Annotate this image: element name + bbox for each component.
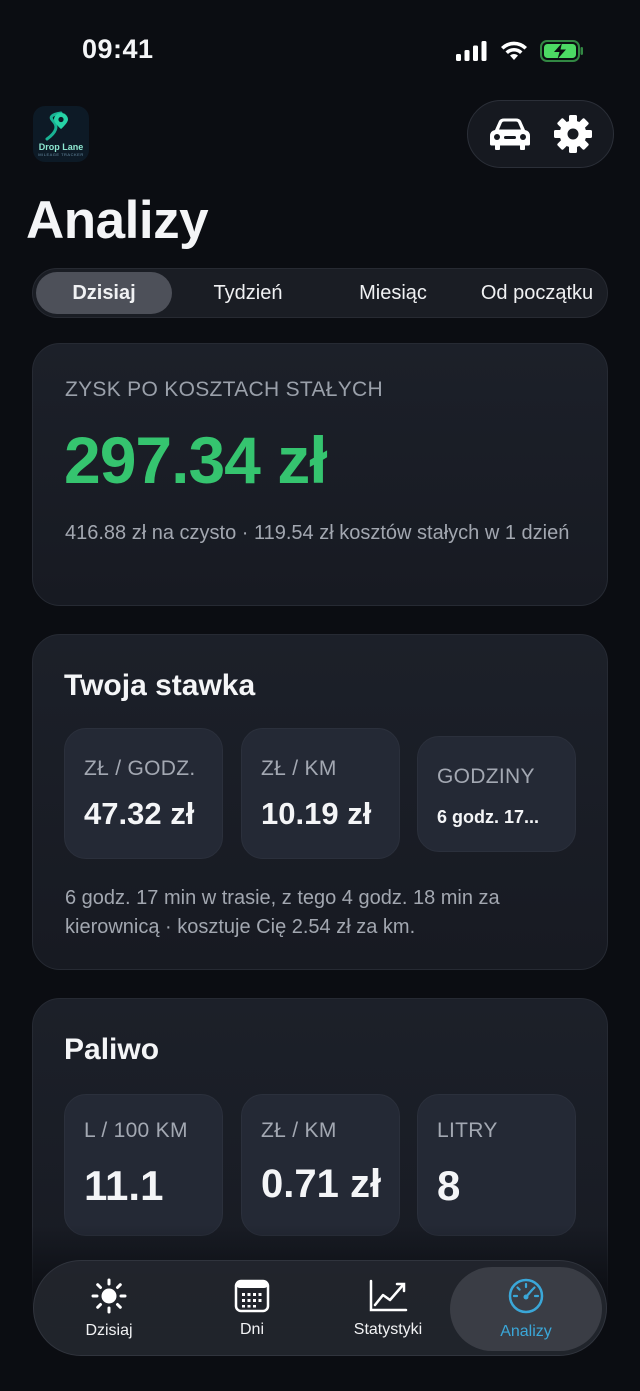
calendar-icon — [234, 1279, 270, 1313]
profit-note: 416.88 zł na czysto · 119.54 zł kosztów … — [65, 522, 570, 544]
fuel-card-title: Paliwo — [64, 1033, 160, 1066]
tab-statistics[interactable]: Statystyki — [320, 1261, 456, 1357]
tile-label: GODZINY — [437, 765, 535, 788]
tab-analytics[interactable]: Analizy — [450, 1267, 602, 1351]
tile-value: 6 godz. 17... — [437, 807, 540, 827]
rate-card: Twoja stawka ZŁ / GODZ. 47.32 zł ZŁ / KM… — [32, 634, 608, 970]
tile-pln-per-hour: ZŁ / GODZ. 47.32 zł — [64, 728, 223, 859]
gear-icon[interactable] — [553, 114, 593, 154]
tile-label: ZŁ / KM — [261, 757, 337, 780]
tile-label: LITRY — [437, 1119, 498, 1142]
profit-eyebrow: ZYSK PO KOSZTACH STAŁYCH — [65, 378, 383, 401]
tile-pln-per-km: ZŁ / KM 10.19 zł — [241, 728, 400, 859]
car-icon[interactable] — [488, 117, 532, 151]
tile-label: ZŁ / KM — [261, 1119, 337, 1142]
battery-charging-icon — [540, 40, 583, 62]
app-logo: Drop Lane MILEAGE TRACKER — [33, 106, 89, 162]
logo-subtext: MILEAGE TRACKER — [38, 152, 84, 157]
tile-fuel-pln-per-km: ZŁ / KM 0.71 zł — [241, 1094, 400, 1236]
tile-label: L / 100 KM — [84, 1119, 188, 1142]
status-icons — [456, 40, 584, 62]
segment-all-time[interactable]: Od początku — [469, 272, 605, 314]
tile-hours: GODZINY 6 godz. 17... — [417, 736, 576, 852]
page-title: Analizy — [26, 191, 209, 250]
tab-days[interactable]: Dni — [184, 1261, 320, 1357]
tile-value: 0.71 zł — [261, 1162, 382, 1206]
period-segmented-control: Dzisiaj Tydzień Miesiąc Od początku — [32, 268, 608, 318]
speedometer-icon — [508, 1278, 544, 1314]
tile-label: ZŁ / GODZ. — [84, 757, 196, 780]
sun-icon — [91, 1278, 127, 1314]
rate-card-title: Twoja stawka — [64, 669, 256, 702]
segment-week[interactable]: Tydzień — [178, 272, 318, 314]
tab-bar: Dzisiaj Dni Statystyki Analizy — [33, 1260, 607, 1356]
tab-label: Analizy — [500, 1323, 552, 1340]
tab-label: Dni — [239, 1321, 264, 1338]
tile-l-per-100km: L / 100 KM 11.1 — [64, 1094, 223, 1236]
chart-line-icon — [369, 1279, 408, 1312]
tile-liters: LITRY 8 — [417, 1094, 576, 1236]
tab-today[interactable]: Dzisiaj — [34, 1261, 184, 1357]
logo-text: Drop Lane — [38, 142, 84, 152]
profit-card: ZYSK PO KOSZTACH STAŁYCH 297.34 zł 416.8… — [32, 343, 608, 606]
cellular-signal-icon — [456, 41, 487, 61]
tab-label: Dzisiaj — [85, 1322, 133, 1339]
status-time: 09:41 — [82, 34, 154, 64]
segment-month[interactable]: Miesiąc — [323, 272, 463, 314]
tile-value: 8 — [437, 1162, 461, 1209]
wifi-icon — [501, 41, 527, 60]
map-pin-road-icon — [45, 111, 68, 141]
status-bar: 09:41 — [0, 0, 640, 100]
rate-note: 6 godz. 17 min w trasie, z tego 4 godz. … — [65, 887, 500, 938]
segment-today[interactable]: Dzisiaj — [36, 272, 172, 314]
tile-value: 47.32 zł — [84, 796, 195, 831]
tab-label: Statystyki — [353, 1321, 423, 1338]
profit-value: 297.34 zł — [64, 423, 328, 497]
tile-value: 10.19 zł — [261, 796, 372, 831]
top-actions — [467, 100, 614, 168]
tile-value: 11.1 — [84, 1162, 164, 1209]
